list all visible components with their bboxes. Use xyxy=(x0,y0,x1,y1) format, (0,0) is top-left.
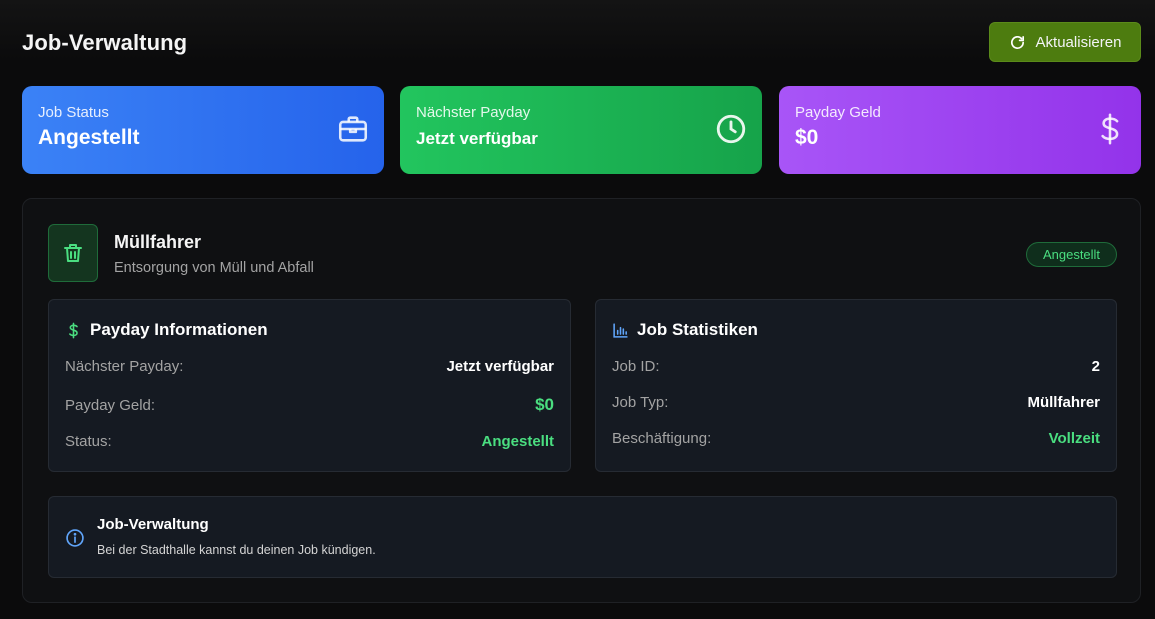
next-payday-value: Jetzt verfügbar xyxy=(416,129,538,148)
row-key: Job ID: xyxy=(612,358,660,375)
job-name: Müllfahrer xyxy=(114,232,202,252)
job-stats-box: Job Statistiken Job ID: 2 Job Typ: Müllf… xyxy=(595,299,1117,472)
row-key: Status: xyxy=(65,433,112,450)
dollar-icon xyxy=(1101,113,1119,145)
row-value: Vollzeit xyxy=(1048,430,1100,447)
row-value: 2 xyxy=(1091,358,1100,375)
payday-info-box: Payday Informationen Nächster Payday: Je… xyxy=(48,299,571,472)
row-key: Job Typ: xyxy=(612,394,669,411)
next-payday-card: Nächster Payday Jetzt verfügbar xyxy=(400,86,762,174)
row-key: Payday Geld: xyxy=(65,396,156,414)
job-panel: Müllfahrer Entsorgung von Müll und Abfal… xyxy=(22,198,1141,603)
job-status-card: Job Status Angestellt xyxy=(22,86,384,174)
row-key: Nächster Payday: xyxy=(65,358,184,375)
dollar-icon xyxy=(69,322,78,338)
status-badge: Angestellt xyxy=(1026,242,1117,267)
row-value: Jetzt verfügbar xyxy=(446,358,554,375)
info-icon xyxy=(66,529,84,547)
payday-money-value: $0 xyxy=(795,126,819,149)
clock-icon xyxy=(716,114,746,144)
bar-chart-icon xyxy=(613,322,628,338)
payday-info-title: Payday Informationen xyxy=(65,320,268,340)
briefcase-icon xyxy=(338,116,368,142)
job-stats-title: Job Statistiken xyxy=(612,320,758,340)
note-text: Bei der Stadthalle kannst du deinen Job … xyxy=(97,543,376,557)
app-frame: Job-Verwaltung Aktualisieren Job Status … xyxy=(0,0,1155,619)
payday-info-title-text: Payday Informationen xyxy=(90,320,268,339)
row-value: $0 xyxy=(535,395,554,414)
row-key: Beschäftigung: xyxy=(612,430,712,447)
payday-money-label: Payday Geld xyxy=(795,104,881,121)
job-status-label: Job Status xyxy=(38,104,109,121)
info-note: Job-Verwaltung Bei der Stadthalle kannst… xyxy=(48,496,1117,578)
row-value: Müllfahrer xyxy=(1027,394,1100,411)
refresh-icon xyxy=(1010,35,1024,49)
stats-row-type: Job Typ: Müllfahrer xyxy=(612,394,1100,411)
page-title: Job-Verwaltung xyxy=(22,30,188,55)
payday-row-status: Status: Angestellt xyxy=(65,433,554,450)
trash-icon xyxy=(64,244,82,262)
row-value: Angestellt xyxy=(481,433,554,450)
stats-row-id: Job ID: 2 xyxy=(612,358,1100,375)
job-description: Entsorgung von Müll und Abfall xyxy=(114,260,314,276)
payday-row-money: Payday Geld: $0 xyxy=(65,395,554,415)
payday-row-next: Nächster Payday: Jetzt verfügbar xyxy=(65,358,554,375)
next-payday-label: Nächster Payday xyxy=(416,104,531,121)
job-icon-box xyxy=(48,224,98,282)
job-status-value: Angestellt xyxy=(38,126,140,149)
note-title: Job-Verwaltung xyxy=(97,516,209,533)
stats-row-employment: Beschäftigung: Vollzeit xyxy=(612,430,1100,447)
job-stats-title-text: Job Statistiken xyxy=(637,320,758,339)
refresh-button[interactable]: Aktualisieren xyxy=(989,22,1141,62)
refresh-button-label: Aktualisieren xyxy=(1035,33,1122,51)
payday-money-card: Payday Geld $0 xyxy=(779,86,1141,174)
